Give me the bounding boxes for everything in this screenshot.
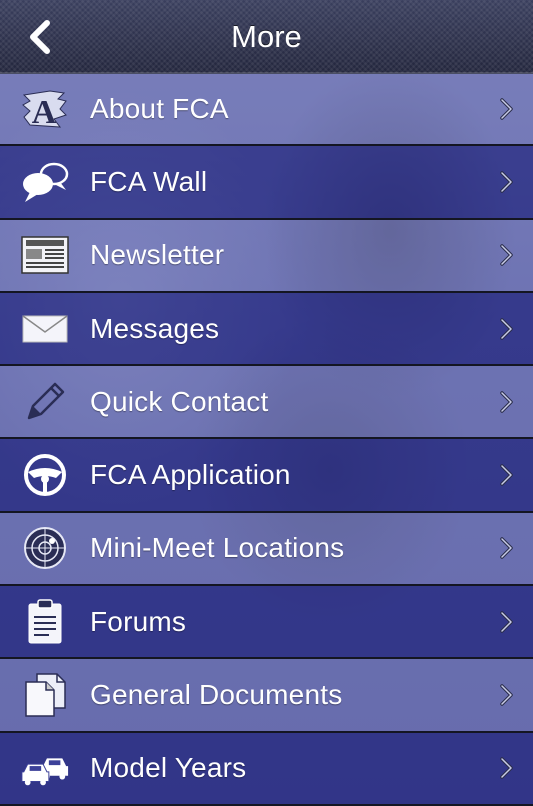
menu-item-mini-meet-locations[interactable]: Mini-Meet Locations xyxy=(0,512,533,587)
menu-item-label: Newsletter xyxy=(90,239,225,271)
menu-item-label: Messages xyxy=(90,312,220,344)
envelope-icon xyxy=(20,306,70,352)
menu-item-label: Quick Contact xyxy=(90,385,269,417)
menu-item-fca-application[interactable]: FCA Application xyxy=(0,439,533,513)
menu-item-quick-contact[interactable]: Quick Contact xyxy=(0,366,533,440)
newspaper-icon xyxy=(20,232,70,278)
svg-text:A: A xyxy=(32,94,57,131)
clipboard-icon xyxy=(20,598,70,645)
menu-item-label: Model Years xyxy=(90,752,247,784)
menu-item-label: Mini-Meet Locations xyxy=(90,532,345,564)
cars-icon xyxy=(20,745,70,791)
chevron-right-icon xyxy=(500,317,513,340)
menu-item-messages[interactable]: Messages xyxy=(0,292,533,367)
speech-bubbles-icon xyxy=(20,159,70,205)
chevron-right-icon xyxy=(500,684,513,706)
menu-item-label: About FCA xyxy=(90,92,229,124)
chevron-right-icon xyxy=(500,244,513,266)
back-button[interactable] xyxy=(18,14,62,60)
chevron-right-icon xyxy=(500,464,513,486)
pencil-icon xyxy=(20,379,70,425)
fca-logo-icon: A xyxy=(20,86,70,132)
menu-item-label: FCA Application xyxy=(90,459,291,491)
menu-item-newsletter[interactable]: Newsletter xyxy=(0,219,533,293)
chevron-right-icon xyxy=(500,391,513,413)
menu-item-model-years[interactable]: Model Years xyxy=(0,732,533,806)
chevron-right-icon xyxy=(500,537,513,560)
chevron-left-icon xyxy=(30,20,50,54)
nav-bar: More xyxy=(0,0,533,74)
menu-item-general-documents[interactable]: General Documents xyxy=(0,659,533,733)
page-title: More xyxy=(231,19,302,54)
menu-item-label: FCA Wall xyxy=(90,165,208,197)
documents-icon xyxy=(20,672,70,718)
menu-item-fca-wall[interactable]: FCA Wall xyxy=(0,146,533,220)
chevron-right-icon xyxy=(500,171,513,193)
chevron-right-icon xyxy=(500,757,513,780)
chevron-right-icon xyxy=(500,610,513,633)
steering-wheel-icon xyxy=(20,452,70,498)
menu-item-label: General Documents xyxy=(90,679,343,711)
menu-item-forums[interactable]: Forums xyxy=(0,586,533,660)
menu-list: A About FCA FCA Wall Newsletter Messages… xyxy=(0,73,533,806)
menu-item-label: Forums xyxy=(90,605,187,637)
chevron-right-icon xyxy=(500,97,513,120)
menu-item-about-fca[interactable]: A About FCA xyxy=(0,73,533,147)
radar-icon xyxy=(20,525,70,571)
